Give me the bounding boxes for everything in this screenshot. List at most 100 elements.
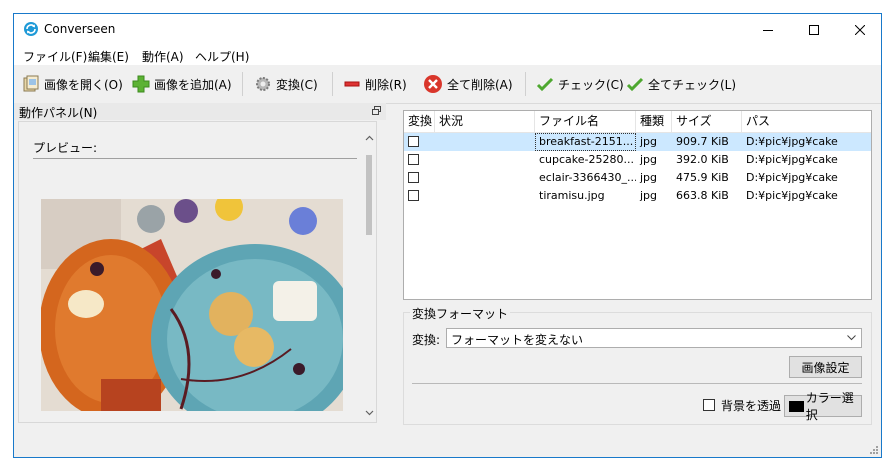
window-title: Converseen: [44, 22, 116, 36]
table-row[interactable]: tiramisu.jpg jpg 663.8 KiB D:¥pic¥jpg¥cake: [404, 187, 871, 205]
row-path: D:¥pic¥jpg¥cake: [746, 153, 838, 166]
row-path: D:¥pic¥jpg¥cake: [746, 135, 838, 148]
scroll-up-icon[interactable]: [363, 132, 376, 145]
table-header: 変換 状況 ファイル名 種類 サイズ パス: [404, 111, 871, 133]
panel-title: 動作パネル(N): [19, 106, 98, 120]
chevron-down-icon: [847, 335, 856, 341]
checkmark-icon: [626, 77, 644, 92]
convert-format-label: 変換:: [412, 333, 441, 347]
row-type: jpg: [640, 171, 658, 184]
column-header-filename[interactable]: ファイル名: [535, 111, 636, 132]
action-panel: プレビュー:: [18, 121, 377, 423]
toolbar-separator: [525, 72, 526, 96]
row-status: [435, 133, 535, 151]
action-panel-header: 動作パネル(N): [14, 103, 386, 120]
delete-all-label: 全て削除(A): [447, 77, 513, 92]
row-convert-checkbox[interactable]: [408, 136, 419, 147]
close-icon: [855, 24, 865, 35]
open-images-icon: [23, 75, 39, 92]
menu-bar: ファイル(F) 編集(E) 動作(A) ヘルプ(H): [14, 45, 881, 65]
preview-label: プレビュー:: [33, 141, 98, 155]
transparent-label: 背景を透過: [721, 399, 782, 413]
color-select-label: カラー選択: [805, 391, 854, 422]
scroll-down-icon[interactable]: [363, 406, 376, 419]
menu-help[interactable]: ヘルプ(H): [195, 48, 249, 65]
minimize-button[interactable]: [745, 14, 791, 45]
toolbar: 画像を開く(O) 画像を追加(A) 変換(C) 削除(R) 全て削除(A) チェ…: [14, 65, 881, 104]
maximize-button[interactable]: [791, 14, 837, 45]
preview-image: [41, 199, 343, 411]
transparent-checkbox[interactable]: [703, 399, 715, 411]
row-name: cupcake-25280...: [539, 153, 634, 166]
scrollbar-thumb[interactable]: [366, 155, 372, 235]
check-label: チェック(C): [558, 77, 624, 92]
minus-icon: [344, 81, 360, 87]
row-type: jpg: [640, 189, 658, 202]
format-group-title: 変換フォーマット: [410, 305, 511, 322]
row-name: tiramisu.jpg: [539, 189, 605, 202]
convert-button[interactable]: 変換(C): [254, 73, 318, 95]
title-bar: Converseen: [14, 14, 881, 45]
row-status: [435, 169, 535, 187]
row-name: breakfast-2151...: [535, 133, 636, 151]
menu-file[interactable]: ファイル(F): [23, 48, 87, 65]
check-button[interactable]: チェック(C): [536, 73, 624, 95]
add-plus-icon: [132, 75, 150, 93]
column-header-size[interactable]: サイズ: [672, 111, 742, 132]
red-x-icon: [424, 75, 442, 93]
format-select[interactable]: フォーマットを変えない: [446, 328, 862, 348]
checkmark-icon: [536, 77, 554, 92]
column-header-status[interactable]: 状況: [435, 111, 535, 132]
row-convert-checkbox[interactable]: [408, 172, 419, 183]
add-images-label: 画像を追加(A): [154, 77, 232, 92]
row-size: 909.7 KiB: [676, 135, 729, 148]
resize-grip-icon[interactable]: [869, 445, 879, 455]
row-status: [435, 151, 535, 169]
preview-scrollbar[interactable]: [363, 122, 376, 422]
row-status: [435, 187, 535, 205]
delete-button[interactable]: 削除(R): [343, 73, 407, 95]
row-type: jpg: [640, 153, 658, 166]
check-all-button[interactable]: 全てチェック(L): [626, 73, 736, 95]
format-select-value: フォーマットを変えない: [451, 333, 584, 347]
delete-label: 削除(R): [365, 77, 407, 92]
toolbar-separator: [332, 72, 333, 96]
undock-icon[interactable]: [372, 106, 381, 115]
minimize-icon: [763, 29, 773, 31]
convert-label: 変換(C): [276, 77, 318, 92]
open-images-label: 画像を開く(O): [44, 77, 123, 92]
table-row[interactable]: eclair-3366430_... jpg 475.9 KiB D:¥pic¥jpg…: [404, 169, 871, 187]
column-header-path[interactable]: パス: [742, 111, 873, 132]
row-size: 475.9 KiB: [676, 171, 729, 184]
maximize-icon: [809, 24, 819, 35]
color-select-button[interactable]: カラー選択: [784, 391, 862, 422]
toolbar-separator: [242, 72, 243, 96]
gear-icon: [256, 77, 270, 91]
table-row[interactable]: cupcake-25280... jpg 392.0 KiB D:¥pic¥jpg¥c…: [404, 151, 871, 169]
delete-all-button[interactable]: 全て削除(A): [423, 73, 513, 95]
image-settings-button[interactable]: 画像設定: [789, 356, 862, 378]
row-size: 392.0 KiB: [676, 153, 729, 166]
file-list-table[interactable]: 変換 状況 ファイル名 種類 サイズ パス breakfast-2151... j…: [403, 110, 872, 300]
open-images-button[interactable]: 画像を開く(O): [22, 73, 123, 95]
row-type: jpg: [640, 135, 658, 148]
color-swatch: [789, 400, 804, 412]
row-path: D:¥pic¥jpg¥cake: [746, 171, 838, 184]
menu-action[interactable]: 動作(A): [142, 48, 184, 65]
column-header-convert[interactable]: 変換: [404, 111, 435, 132]
add-images-button[interactable]: 画像を追加(A): [132, 73, 232, 95]
converseen-icon: [24, 22, 38, 36]
column-header-type[interactable]: 種類: [636, 111, 672, 132]
close-button[interactable]: [837, 14, 881, 45]
format-group: 変換フォーマット 変換: フォーマットを変えない 画像設定 背景を透過 カラー選…: [403, 305, 872, 425]
divider: [33, 158, 357, 159]
row-convert-checkbox[interactable]: [408, 154, 419, 165]
table-row[interactable]: breakfast-2151... jpg 909.7 KiB D:¥pic¥jpg¥…: [404, 133, 871, 151]
row-size: 663.8 KiB: [676, 189, 729, 202]
menu-edit[interactable]: 編集(E): [88, 48, 129, 65]
row-name: eclair-3366430_...: [539, 171, 636, 184]
row-convert-checkbox[interactable]: [408, 190, 419, 201]
check-all-label: 全てチェック(L): [648, 77, 737, 92]
main-window: Converseen ファイル(F) 編集(E) 動作(A) ヘルプ(H) 画像…: [13, 13, 882, 458]
row-path: D:¥pic¥jpg¥cake: [746, 189, 838, 202]
